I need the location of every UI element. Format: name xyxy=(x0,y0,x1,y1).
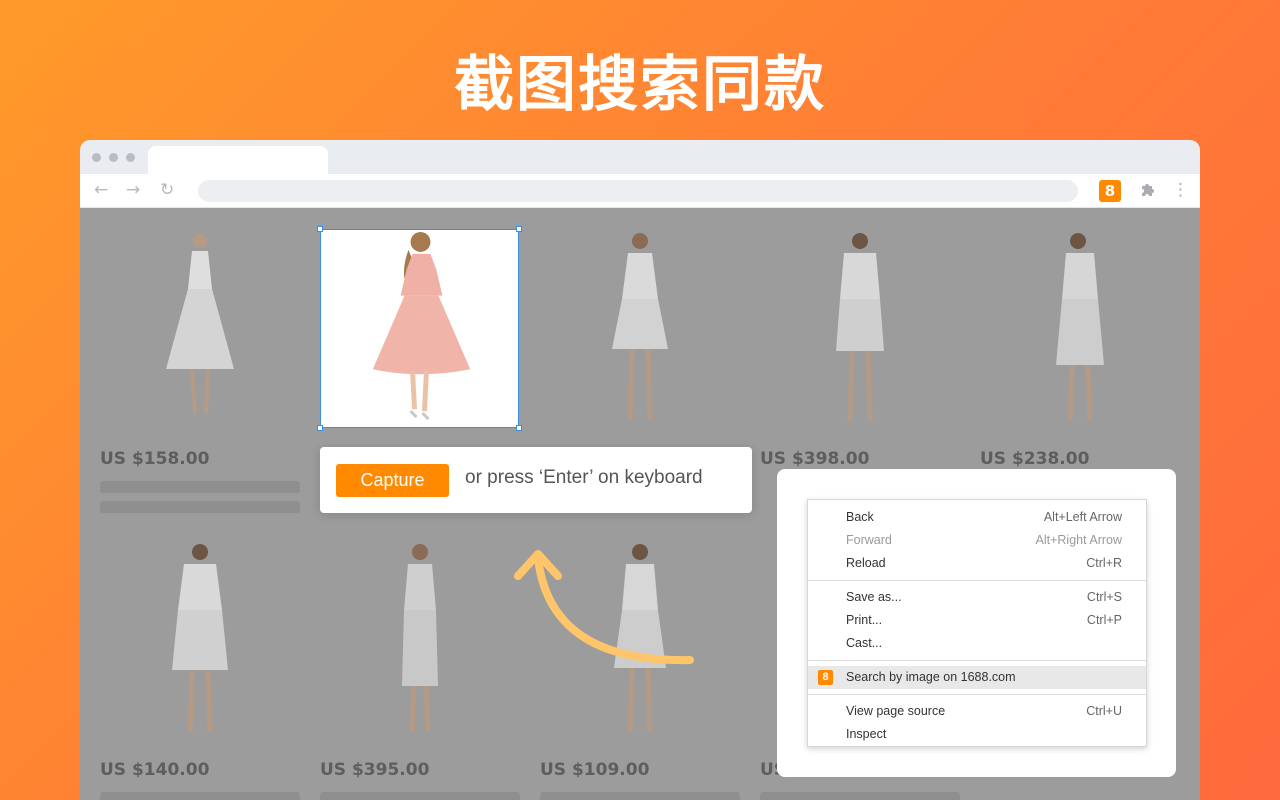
menu-item-shortcut: Alt+Right Arrow xyxy=(1035,533,1123,547)
resize-handle[interactable] xyxy=(317,226,323,232)
product-card[interactable]: US $398.00 xyxy=(760,229,960,469)
product-price: US $395.00 xyxy=(320,760,430,780)
browser-window: ← → ↻ 8 ⋮ US $158.00 US $398.00 US $238.… xyxy=(80,140,1200,800)
page-content: US $158.00 US $398.00 US $238.00 US $140… xyxy=(80,208,1200,800)
reload-icon[interactable]: ↻ xyxy=(160,180,174,200)
product-price: US $140.00 xyxy=(100,760,210,780)
browser-toolbar: ← → ↻ 8 ⋮ xyxy=(80,174,1200,208)
resize-handle[interactable] xyxy=(516,226,522,232)
product-image[interactable] xyxy=(100,540,300,740)
capture-prompt: Capture or press ‘Enter’ on keyboard xyxy=(320,447,752,513)
menu-item-label: Print... xyxy=(846,613,883,627)
menu-item-label: View page source xyxy=(846,704,946,718)
menu-item-label: Inspect xyxy=(846,727,887,741)
window-dot-icon[interactable] xyxy=(126,153,135,162)
address-bar[interactable] xyxy=(198,180,1078,202)
menu-separator xyxy=(808,580,1146,581)
menu-item-label: Search by image on 1688.com xyxy=(846,670,1016,684)
resize-handle[interactable] xyxy=(516,425,522,431)
product-image[interactable] xyxy=(100,229,300,429)
selected-capture-region[interactable] xyxy=(317,226,522,431)
menu-item-label: Back xyxy=(846,510,874,524)
product-image[interactable] xyxy=(540,229,740,429)
product-card[interactable]: US $395.00 xyxy=(320,540,520,800)
menu-separator xyxy=(808,660,1146,661)
capture-hint: or press ‘Enter’ on keyboard xyxy=(465,467,703,488)
menu-item-shortcut: Ctrl+R xyxy=(1086,556,1122,570)
menu-kebab-icon[interactable]: ⋮ xyxy=(1172,180,1189,200)
menu-item-label: Cast... xyxy=(846,636,883,650)
tab-bar xyxy=(80,140,1200,174)
product-image[interactable] xyxy=(760,229,960,429)
menu-item-label: Reload xyxy=(846,556,886,570)
placeholder-bar xyxy=(540,792,740,800)
menu-item-reload[interactable]: Reload Ctrl+R xyxy=(808,552,1146,575)
placeholder-bar xyxy=(320,792,520,800)
menu-item-inspect[interactable]: Inspect xyxy=(808,723,1146,746)
product-card[interactable] xyxy=(540,229,740,429)
menu-separator xyxy=(808,694,1146,695)
context-menu-panel: Back Alt+Left Arrow Forward Alt+Right Ar… xyxy=(777,469,1176,777)
product-card[interactable]: US $158.00 xyxy=(100,229,300,513)
menu-item-back[interactable]: Back Alt+Left Arrow xyxy=(808,506,1146,529)
placeholder-bar xyxy=(100,792,300,800)
menu-item-save-as[interactable]: Save as... Ctrl+S xyxy=(808,586,1146,609)
curved-arrow-icon xyxy=(514,550,694,665)
forward-arrow-icon[interactable]: → xyxy=(126,180,140,200)
context-menu: Back Alt+Left Arrow Forward Alt+Right Ar… xyxy=(807,499,1147,747)
resize-handle[interactable] xyxy=(317,425,323,431)
extensions-puzzle-icon[interactable] xyxy=(1138,180,1158,200)
menu-item-shortcut: Alt+Left Arrow xyxy=(1043,510,1122,524)
menu-item-shortcut: Ctrl+U xyxy=(1086,704,1122,718)
menu-item-label: Forward xyxy=(846,533,892,547)
extension-1688-icon: 8 xyxy=(818,670,833,685)
menu-item-search-by-image[interactable]: 8 Search by image on 1688.com xyxy=(808,666,1146,689)
product-card[interactable]: US $238.00 xyxy=(980,229,1180,469)
capture-button[interactable]: Capture xyxy=(336,464,449,497)
window-dot-icon[interactable] xyxy=(92,153,101,162)
browser-tab[interactable] xyxy=(148,146,328,174)
menu-item-forward: Forward Alt+Right Arrow xyxy=(808,529,1146,552)
product-price: US $238.00 xyxy=(980,449,1090,469)
window-controls xyxy=(92,153,135,162)
product-price: US $109.00 xyxy=(540,760,650,780)
back-arrow-icon[interactable]: ← xyxy=(94,180,108,200)
product-image xyxy=(372,231,471,421)
placeholder-bar xyxy=(100,481,300,493)
placeholder-bar xyxy=(760,792,960,800)
window-dot-icon[interactable] xyxy=(109,153,118,162)
product-image[interactable] xyxy=(320,540,520,740)
menu-item-shortcut: Ctrl+P xyxy=(1086,613,1122,627)
product-price: US $398.00 xyxy=(760,449,870,469)
menu-item-print[interactable]: Print... Ctrl+P xyxy=(808,609,1146,632)
menu-item-label: Save as... xyxy=(846,590,902,604)
headline: 截图搜索同款 xyxy=(454,50,826,120)
product-price: US $158.00 xyxy=(100,449,210,469)
placeholder-bar xyxy=(100,501,300,513)
menu-item-shortcut: Ctrl+S xyxy=(1086,590,1122,604)
menu-item-cast[interactable]: Cast... xyxy=(808,632,1146,655)
product-image[interactable] xyxy=(980,229,1180,429)
extension-1688-icon[interactable]: 8 xyxy=(1099,180,1121,202)
menu-item-view-source[interactable]: View page source Ctrl+U xyxy=(808,700,1146,723)
product-card[interactable]: US $140.00 xyxy=(100,540,300,800)
